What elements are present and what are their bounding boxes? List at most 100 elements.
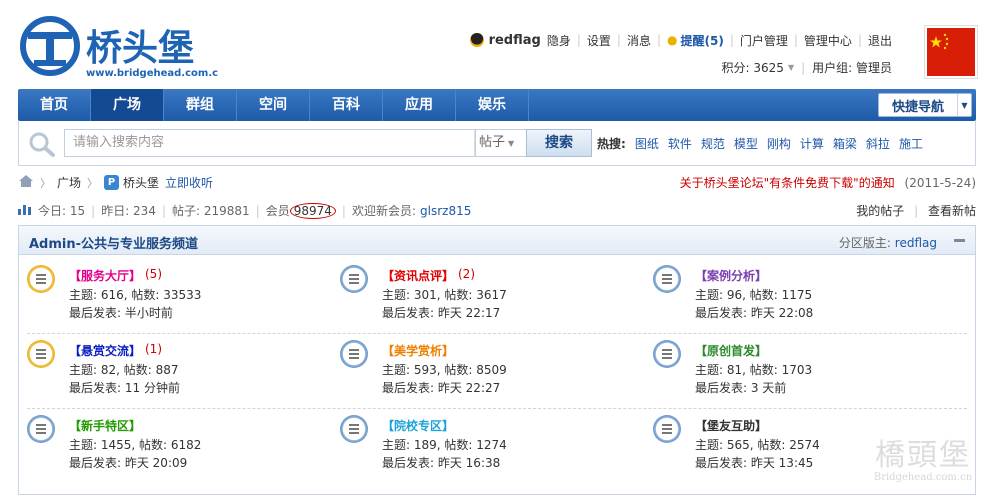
- portal-admin-link[interactable]: 门户管理: [740, 32, 788, 49]
- credits-link[interactable]: 积分: 3625: [722, 59, 784, 76]
- forum-last-post[interactable]: 最后发表: 昨天 22:27: [382, 379, 500, 396]
- forum-stats: 主题: 301, 帖数: 3617: [382, 288, 507, 302]
- home-icon[interactable]: [18, 174, 34, 191]
- forum-stats: 主题: 1455, 帖数: 6182: [69, 438, 202, 452]
- my-links: 我的帖子 | 查看新帖: [856, 204, 976, 218]
- forum-last-post[interactable]: 最后发表: 半小时前: [69, 304, 173, 321]
- forum-today-count: [454, 417, 458, 431]
- forum-last-post[interactable]: 最后发表: 3 天前: [695, 379, 786, 396]
- stat-yesterday: 昨日: 234: [101, 204, 156, 218]
- search-bar: 请输入搜索内容 帖子 ▼ 搜索 热搜: 图纸 软件 规范 模型 刚构 计算 箱梁 …: [18, 121, 976, 166]
- nav-item-wiki[interactable]: 百科: [310, 89, 383, 121]
- watermark: 橋頭堡 Bridgehead.com.cn: [868, 430, 978, 486]
- qq-icon: [469, 33, 484, 47]
- forum-name-link[interactable]: 【案例分析】: [695, 267, 767, 284]
- stealth-link[interactable]: 隐身: [547, 32, 571, 49]
- username-link[interactable]: redflag: [489, 33, 541, 48]
- search-button[interactable]: 搜索: [526, 129, 592, 157]
- forum-stats: 主题: 82, 帖数: 887: [69, 363, 179, 377]
- forum-status-icon[interactable]: [27, 265, 55, 293]
- forum-last-post[interactable]: 最后发表: 昨天 22:17: [382, 304, 500, 321]
- forum-name-link[interactable]: 【服务大厅】: [69, 267, 141, 284]
- moderator-link[interactable]: redflag: [895, 236, 937, 250]
- forum-stats: 主题: 189, 帖数: 1274: [382, 438, 507, 452]
- quick-nav-button[interactable]: 快捷导航 ▼: [878, 93, 972, 117]
- forum-status-icon[interactable]: [653, 415, 681, 443]
- logo-url: www.bridgehead.com.cn: [86, 68, 218, 79]
- hot-search-link[interactable]: 箱梁: [833, 135, 857, 152]
- forum-name-link[interactable]: 【悬赏交流】: [69, 342, 141, 359]
- nav-item-home[interactable]: 首页: [18, 89, 91, 121]
- logo-text: 桥头堡: [86, 28, 194, 69]
- forum-stats: 今日: 15 | 昨日: 234 | 帖子: 219881 | 会员 98974…: [18, 202, 471, 219]
- category-title[interactable]: Admin-公共与专业服务频道: [29, 233, 198, 252]
- forum-name-link[interactable]: 【资讯点评】: [382, 267, 454, 284]
- forum-last-post[interactable]: 最后发表: 昨天 13:45: [695, 454, 813, 471]
- hot-search-link[interactable]: 图纸: [635, 135, 659, 152]
- forum-status-icon[interactable]: [653, 340, 681, 368]
- hot-search-link[interactable]: 斜拉: [866, 135, 890, 152]
- search-input[interactable]: 请输入搜索内容: [64, 129, 476, 157]
- announcement-date: (2011-5-24): [904, 176, 976, 190]
- forum-name-link[interactable]: 【新手特区】: [69, 417, 141, 434]
- chevron-down-icon: ▼: [957, 94, 971, 116]
- forum-status-icon[interactable]: [27, 340, 55, 368]
- forum-item: 【案例分析】 主题: 96, 帖数: 1175 最后发表: 昨天 22:08: [653, 259, 963, 331]
- forum-today-count: [767, 267, 771, 281]
- forum-last-post[interactable]: 最后发表: 昨天 20:09: [69, 454, 187, 471]
- site-logo[interactable]: 桥头堡 www.bridgehead.com.cn: [18, 16, 225, 80]
- forum-today-count: [767, 417, 771, 431]
- nav-item-fun[interactable]: 娱乐: [456, 89, 529, 121]
- chevron-down-icon: ▼: [508, 139, 515, 148]
- chevron-down-icon[interactable]: ▼: [788, 63, 794, 72]
- search-type-select[interactable]: 帖子 ▼: [474, 129, 527, 157]
- avatar[interactable]: [924, 25, 978, 79]
- hot-search-link[interactable]: 规范: [701, 135, 725, 152]
- forum-name-link[interactable]: 【堡友互助】: [695, 417, 767, 434]
- forum-last-post[interactable]: 最后发表: 11 分钟前: [69, 379, 180, 396]
- forum-name-link[interactable]: 【美学赏析】: [382, 342, 454, 359]
- newest-member-link[interactable]: glsrz815: [420, 204, 471, 218]
- nav-item-apps[interactable]: 应用: [383, 89, 456, 121]
- follow-link[interactable]: 立即收听: [165, 174, 213, 191]
- hot-search-link[interactable]: 施工: [899, 135, 923, 152]
- hot-search-link[interactable]: 模型: [734, 135, 758, 152]
- usergroup-link[interactable]: 用户组: 管理员: [812, 59, 892, 76]
- breadcrumb-site[interactable]: 桥头堡: [123, 174, 159, 191]
- announcement-link[interactable]: 关于桥头堡论坛"有条件免费下载"的通知: [680, 176, 895, 190]
- forum-status-icon[interactable]: [340, 340, 368, 368]
- remind-link[interactable]: 提醒(5): [680, 32, 723, 49]
- watermark-url: Bridgehead.com.cn: [873, 472, 973, 483]
- forum-today-count: (5): [145, 267, 162, 281]
- forum-status-icon[interactable]: [340, 265, 368, 293]
- forum-name-link[interactable]: 【院校专区】: [382, 417, 454, 434]
- forum-status-icon[interactable]: [653, 265, 681, 293]
- forum-item: 【新手特区】主题: 1455, 帖数: 6182 最后发表: 昨天 20:09: [27, 409, 337, 481]
- nav-item-space[interactable]: 空间: [237, 89, 310, 121]
- forum-last-post[interactable]: 最后发表: 昨天 16:38: [382, 454, 500, 471]
- admin-center-link[interactable]: 管理中心: [804, 32, 852, 49]
- collapse-icon[interactable]: [954, 239, 965, 242]
- forum-item: 【悬赏交流】 (1) 主题: 82, 帖数: 887 最后发表: 11 分钟前: [27, 334, 337, 406]
- my-posts-link[interactable]: 我的帖子: [856, 204, 904, 218]
- nav-item-plaza[interactable]: 广场: [91, 89, 164, 121]
- forum-stats: 主题: 565, 帖数: 2574: [695, 438, 820, 452]
- settings-link[interactable]: 设置: [587, 32, 611, 49]
- search-icon: [27, 131, 59, 157]
- breadcrumb-plaza[interactable]: 广场: [57, 174, 81, 191]
- hot-search-link[interactable]: 软件: [668, 135, 692, 152]
- logout-link[interactable]: 退出: [868, 32, 892, 49]
- category-header: Admin-公共与专业服务频道 分区版主: redflag: [19, 226, 975, 255]
- nav-item-groups[interactable]: 群组: [164, 89, 237, 121]
- forum-name-link[interactable]: 【原创首发】: [695, 342, 767, 359]
- forum-stats: 主题: 616, 帖数: 33533: [69, 288, 202, 302]
- forum-status-icon[interactable]: [340, 415, 368, 443]
- hot-search-link[interactable]: 刚构: [767, 135, 791, 152]
- new-posts-link[interactable]: 查看新帖: [928, 204, 976, 218]
- forum-today-count: [141, 417, 145, 431]
- forum-last-post[interactable]: 最后发表: 昨天 22:08: [695, 304, 813, 321]
- category-moderator: 分区版主: redflag: [839, 234, 937, 251]
- hot-search-link[interactable]: 计算: [800, 135, 824, 152]
- forum-status-icon[interactable]: [27, 415, 55, 443]
- messages-link[interactable]: 消息: [627, 32, 651, 49]
